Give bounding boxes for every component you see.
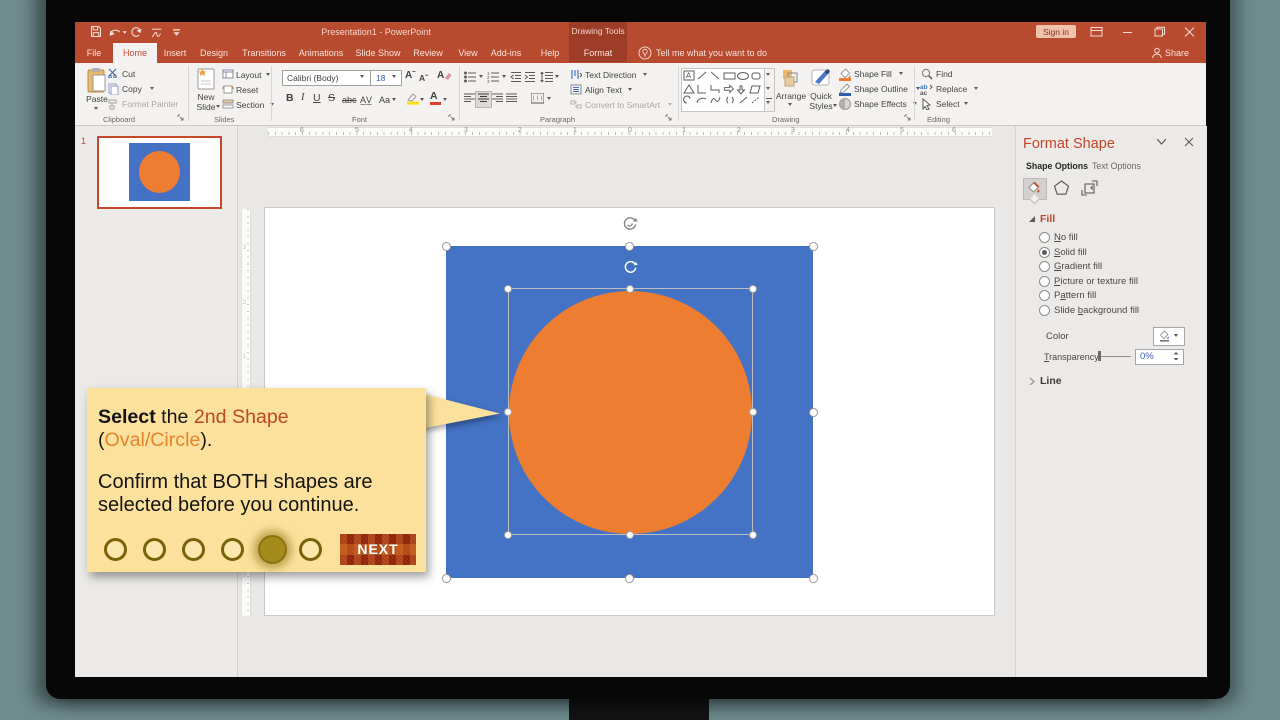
svg-text:ac: ac <box>920 90 928 95</box>
svg-text:3: 3 <box>487 79 490 83</box>
